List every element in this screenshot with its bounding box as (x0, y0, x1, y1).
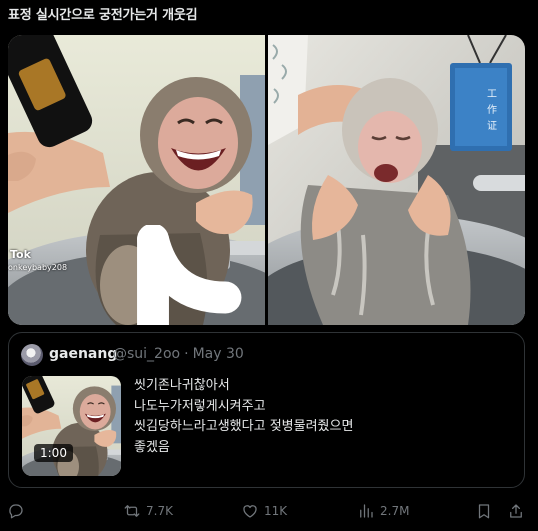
watermark-brand: Tok (10, 248, 31, 261)
avatar[interactable] (21, 344, 43, 366)
quote-handle[interactable]: @sui_2oo (113, 346, 180, 362)
sign-char-2: 作 (487, 104, 497, 116)
heart-icon (243, 505, 257, 518)
quote-text: 씻기존나귀찮아서 나도누가저렇게시켜주고 씻김당하느라고생했다고 젖병물려줬으면… (134, 376, 353, 458)
quote-text-line: 좋겠음 (134, 439, 170, 455)
action-bar: 7.7K 11K 2.7M (0, 500, 538, 524)
media-image-right[interactable]: 工 作 证 (268, 35, 525, 325)
views-chart-icon (360, 504, 373, 518)
like-count: 11K (264, 504, 288, 518)
views-count: 2.7M (380, 504, 410, 518)
quote-video-thumbnail[interactable]: 1:00 (22, 376, 121, 476)
retweet-count: 7.7K (146, 504, 173, 518)
bookmark-icon (478, 504, 490, 519)
post-text: 표정 실시간으로 궁전가는거 개웃김 (8, 8, 198, 23)
wet-monkey-photo: 工 作 证 (268, 35, 525, 325)
sign-char-3: 证 (487, 120, 497, 132)
share-button[interactable] (507, 500, 525, 522)
meta-separator: · (184, 346, 189, 362)
quoted-post[interactable]: gaenang @sui_2oo · May 30 1:00 씻기존나귀찮아서 나도… (8, 332, 525, 488)
media-gallery[interactable]: Tok onkeybaby208 工 作 证 (8, 35, 525, 325)
quote-meta: @sui_2oo · May 30 (113, 346, 248, 362)
reply-button[interactable] (7, 500, 25, 522)
quote-text-line: 씻기존나귀찮아서 (134, 378, 230, 393)
video-duration-badge: 1:00 (34, 444, 73, 462)
like-button[interactable]: 11K (241, 500, 287, 522)
quote-text-line: 씻김당하느라고생했다고 젖병물려줬으면 (134, 419, 354, 434)
watermark-user: onkeybaby208 (8, 263, 68, 272)
bookmark-button[interactable] (475, 500, 493, 522)
quote-text-line: 나도누가저렇게시켜주고 (134, 398, 266, 414)
reply-icon (9, 504, 23, 519)
sign-char-1: 工 (487, 89, 497, 100)
quote-author-name[interactable]: gaenang (49, 346, 117, 362)
retweet-button[interactable]: 7.7K (123, 500, 173, 522)
views-button[interactable]: 2.7M (357, 500, 409, 522)
share-icon (510, 504, 522, 518)
quote-date[interactable]: May 30 (193, 346, 244, 362)
media-image-left[interactable]: Tok onkeybaby208 (8, 35, 265, 325)
retweet-icon (124, 505, 140, 517)
tiktok-logo-icon (137, 225, 242, 325)
